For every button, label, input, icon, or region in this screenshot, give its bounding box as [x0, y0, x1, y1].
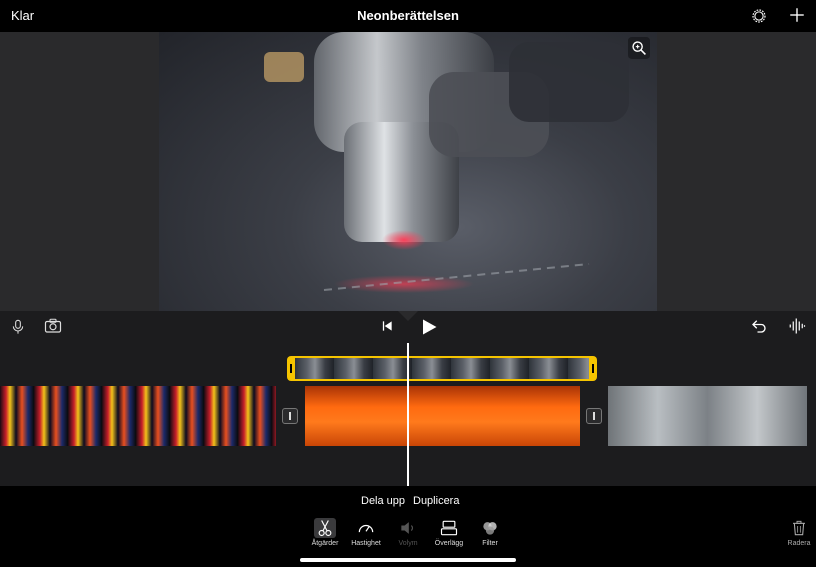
home-indicator	[300, 558, 516, 562]
speaker-icon	[401, 522, 414, 534]
transition-button[interactable]	[586, 408, 602, 424]
duplicate-button[interactable]: Duplicera	[413, 495, 459, 507]
undo-icon[interactable]	[750, 317, 768, 335]
scissors-icon	[314, 518, 336, 538]
overlay-trim-handle-right[interactable]	[592, 364, 594, 373]
viewer-area	[0, 32, 816, 311]
tool-actions[interactable]: Åtgärder	[303, 518, 347, 547]
tool-label: Volym	[398, 540, 418, 547]
project-title: Neonberättelsen	[357, 8, 459, 23]
tool-overlay[interactable]: Överlägg	[427, 518, 471, 547]
playhead-marker-icon	[398, 311, 418, 321]
delete-label: Radera	[787, 540, 811, 547]
gear-icon[interactable]	[750, 7, 768, 25]
top-bar: Klar Neonberättelsen	[0, 0, 816, 32]
audio-waveform-icon[interactable]	[788, 317, 806, 335]
video-clip-metal[interactable]	[608, 386, 807, 446]
playhead[interactable]	[407, 343, 409, 486]
zoom-icon[interactable]	[628, 37, 650, 59]
playback-controls	[0, 311, 816, 343]
tool-label: Hastighet	[351, 540, 381, 547]
transition-button[interactable]	[282, 408, 298, 424]
overlay-icon	[440, 520, 458, 536]
tool-speed[interactable]: Hastighet	[344, 518, 388, 547]
video-clip-orange[interactable]	[305, 386, 580, 446]
delete-button[interactable]: Radera	[784, 518, 814, 547]
tool-label: Överlägg	[434, 540, 464, 547]
timeline[interactable]	[0, 343, 816, 486]
split-button[interactable]: Dela upp	[361, 495, 405, 507]
speedometer-icon	[358, 524, 374, 533]
overlay-clip[interactable]	[287, 356, 597, 381]
video-clip-neon[interactable]	[0, 386, 276, 446]
overlay-trim-handle-left[interactable]	[290, 364, 292, 373]
video-preview[interactable]	[159, 32, 657, 311]
trash-icon	[793, 520, 805, 536]
add-icon[interactable]	[788, 6, 806, 24]
skip-to-start-icon[interactable]	[380, 319, 394, 333]
inspector-bar: Dela upp Duplicera Åtgärder Hastighet Vo…	[0, 486, 816, 567]
tool-volume: Volym	[386, 518, 430, 547]
tool-label: Filter	[482, 540, 498, 547]
camera-icon[interactable]	[43, 317, 63, 335]
microphone-icon[interactable]	[10, 318, 26, 336]
overlay-clip-frames	[295, 358, 589, 379]
tool-label: Åtgärder	[311, 540, 339, 547]
filter-icon	[483, 522, 497, 535]
play-icon[interactable]	[420, 317, 438, 337]
tool-filter[interactable]: Filter	[468, 518, 512, 547]
preview-frame	[264, 32, 629, 293]
